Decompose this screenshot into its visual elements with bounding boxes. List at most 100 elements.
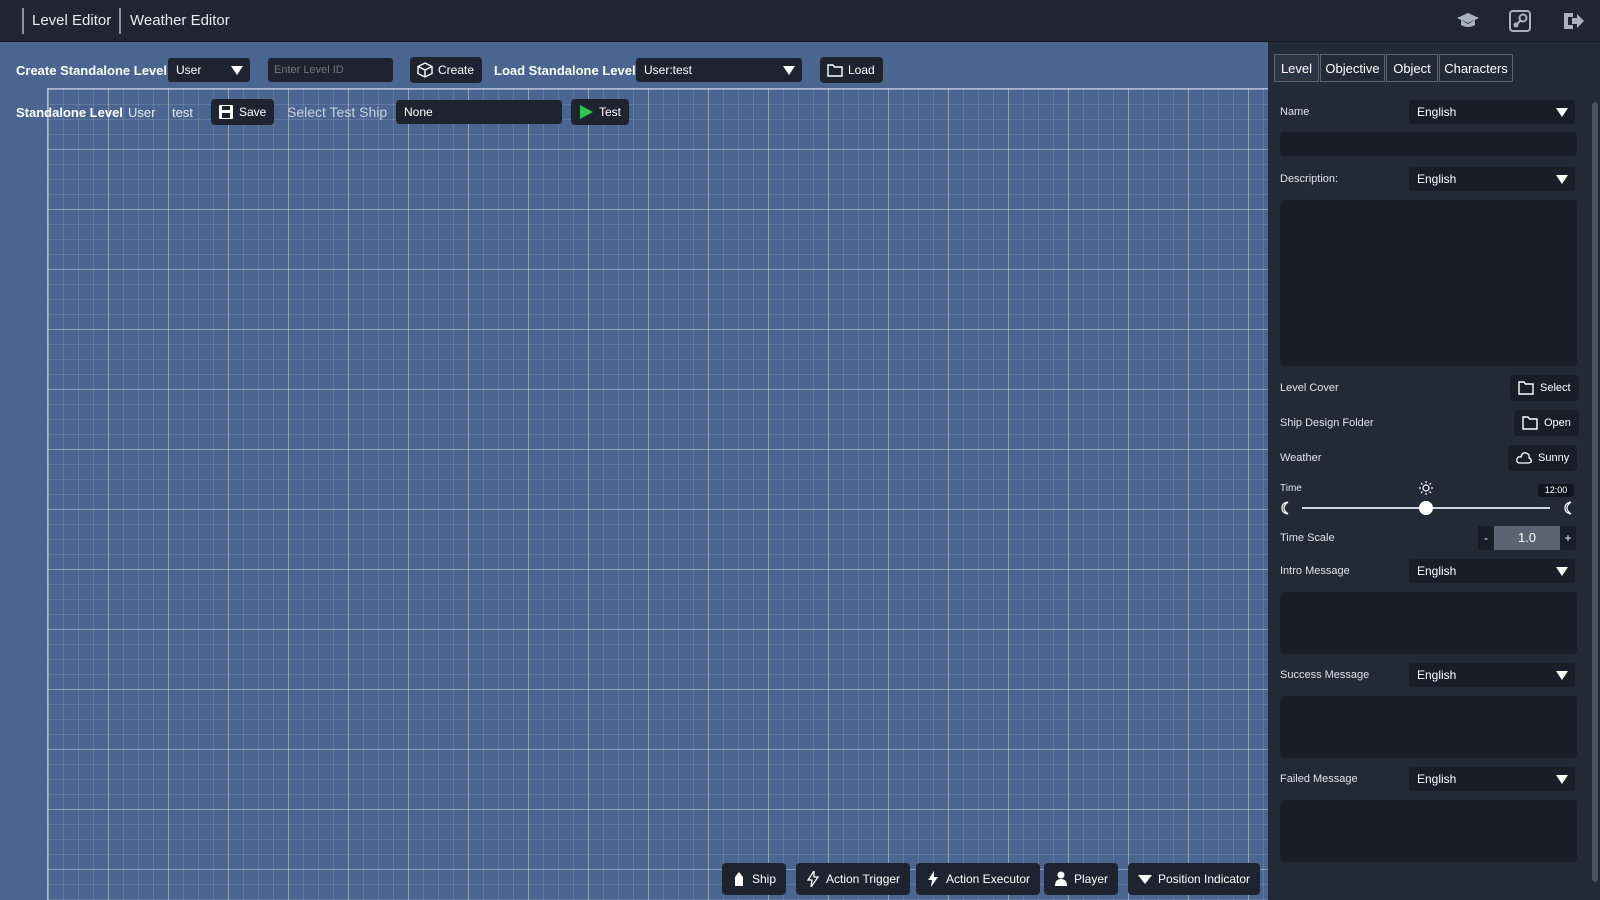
- tab-characters[interactable]: Characters: [1439, 54, 1513, 82]
- level-grid[interactable]: [47, 88, 1268, 900]
- intro-language-dropdown[interactable]: English: [1409, 559, 1575, 583]
- cube-icon: [417, 62, 433, 78]
- lightning-icon: [806, 871, 820, 887]
- palette-player-label: Player: [1074, 872, 1109, 886]
- standalone-level-label: Standalone Level: [16, 105, 123, 120]
- description-label: Description:: [1280, 173, 1339, 185]
- chevron-down-icon: [231, 66, 243, 75]
- save-button[interactable]: Save: [211, 99, 275, 125]
- chevron-down-icon: [1556, 775, 1568, 784]
- player-icon: [1055, 871, 1067, 886]
- time-scale-increment[interactable]: +: [1560, 526, 1576, 550]
- time-scale-label: Time Scale: [1280, 532, 1335, 544]
- floppy-disk-icon: [219, 105, 233, 119]
- load-button-label: Load: [848, 63, 875, 77]
- folder-icon: [1522, 416, 1538, 430]
- success-message-textarea[interactable]: [1280, 696, 1577, 758]
- select-test-ship-label: Select Test Ship: [287, 104, 388, 120]
- save-button-label: Save: [239, 105, 267, 119]
- chevron-down-icon: [1556, 175, 1568, 184]
- intro-message-label: Intro Message: [1280, 565, 1350, 577]
- folder-icon: [1518, 381, 1534, 395]
- palette-ship-button[interactable]: Ship: [722, 863, 787, 895]
- intro-language-value: English: [1417, 564, 1457, 578]
- failed-message-label: Failed Message: [1280, 773, 1358, 785]
- exit-icon[interactable]: [1561, 10, 1585, 32]
- time-slider-thumb[interactable]: [1419, 501, 1433, 515]
- create-button-label: Create: [438, 63, 475, 77]
- palette-action-trigger-label: Action Trigger: [826, 872, 901, 886]
- test-button-label: Test: [599, 105, 622, 119]
- level-cover-label: Level Cover: [1280, 382, 1339, 394]
- chevron-down-icon: [1556, 108, 1568, 117]
- intro-message-textarea[interactable]: [1280, 592, 1577, 654]
- palette-player-button[interactable]: Player: [1044, 863, 1119, 895]
- name-input[interactable]: [1280, 132, 1577, 156]
- failed-message-textarea[interactable]: [1280, 800, 1577, 862]
- level-cover-select-label: Select: [1540, 382, 1571, 394]
- palette-action-executor-label: Action Executor: [946, 872, 1031, 886]
- failed-language-value: English: [1417, 772, 1457, 786]
- top-bar: Level Editor Weather Editor: [0, 0, 1600, 42]
- moon-icon: [1281, 501, 1289, 515]
- create-standalone-label: Create Standalone Level: [16, 63, 167, 78]
- ship-icon: [735, 872, 743, 886]
- time-scale-decrement[interactable]: -: [1478, 526, 1494, 550]
- tab-level-editor[interactable]: Level Editor: [22, 8, 122, 34]
- test-ship-field[interactable]: None: [396, 100, 562, 124]
- palette-action-trigger-button[interactable]: Action Trigger: [796, 863, 911, 895]
- tab-weather-editor[interactable]: Weather Editor: [122, 8, 238, 34]
- time-value-display: 12:00: [1538, 484, 1574, 497]
- level-canvas[interactable]: Create Standalone Level User Create Load…: [0, 42, 1268, 900]
- create-button[interactable]: Create: [410, 57, 483, 83]
- chevron-down-icon: [783, 66, 795, 75]
- play-icon: [580, 105, 593, 119]
- properties-panel: Level Objective Object Characters Name E…: [1268, 42, 1600, 900]
- tab-objective[interactable]: Objective: [1320, 54, 1385, 82]
- tab-level[interactable]: Level: [1274, 54, 1319, 82]
- lightning-icon: [928, 871, 938, 887]
- description-textarea[interactable]: [1280, 200, 1577, 366]
- load-level-value: User:test: [644, 63, 693, 77]
- graduation-cap-icon[interactable]: [1456, 10, 1480, 32]
- weather-value: Sunny: [1538, 452, 1570, 464]
- time-scale-input[interactable]: 1.0: [1494, 526, 1560, 550]
- level-cover-select-button[interactable]: Select: [1510, 375, 1579, 401]
- load-level-dropdown[interactable]: User:test: [636, 58, 802, 82]
- moon-icon: [1564, 501, 1572, 515]
- standalone-name: test: [172, 105, 193, 120]
- chevron-down-icon: [1556, 567, 1568, 576]
- level-id-input[interactable]: [268, 58, 393, 82]
- tab-object[interactable]: Object: [1386, 54, 1438, 82]
- weather-label: Weather: [1280, 452, 1322, 464]
- success-message-label: Success Message: [1280, 669, 1370, 681]
- weather-button[interactable]: Sunny: [1508, 445, 1578, 471]
- description-language-value: English: [1417, 172, 1457, 186]
- cloud-icon: [1516, 452, 1532, 464]
- steam-icon[interactable]: [1508, 10, 1532, 32]
- create-scope-value: User: [176, 63, 202, 77]
- success-language-dropdown[interactable]: English: [1409, 663, 1575, 687]
- time-slider-track[interactable]: [1302, 501, 1550, 515]
- folder-icon: [827, 64, 843, 77]
- palette-position-indicator-button[interactable]: Position Indicator: [1128, 863, 1261, 895]
- ship-folder-open-label: Open: [1544, 417, 1571, 429]
- load-button[interactable]: Load: [820, 57, 883, 83]
- description-language-dropdown[interactable]: English: [1409, 167, 1575, 191]
- name-language-value: English: [1417, 105, 1457, 119]
- palette-action-executor-button[interactable]: Action Executor: [916, 863, 1041, 895]
- test-button[interactable]: Test: [571, 99, 630, 125]
- ship-folder-open-button[interactable]: Open: [1514, 410, 1579, 436]
- triangle-down-icon: [1138, 875, 1152, 884]
- name-label: Name: [1280, 106, 1310, 118]
- palette-position-indicator-label: Position Indicator: [1158, 872, 1251, 886]
- failed-language-dropdown[interactable]: English: [1409, 767, 1575, 791]
- ship-design-folder-label: Ship Design Folder: [1280, 417, 1374, 429]
- standalone-scope: User: [128, 105, 156, 120]
- panel-scrollbar[interactable]: [1592, 102, 1598, 882]
- create-scope-dropdown[interactable]: User: [168, 58, 250, 82]
- test-ship-value: None: [404, 105, 433, 119]
- name-language-dropdown[interactable]: English: [1409, 100, 1575, 124]
- palette-ship-label: Ship: [752, 872, 777, 886]
- sun-icon: [1419, 481, 1433, 495]
